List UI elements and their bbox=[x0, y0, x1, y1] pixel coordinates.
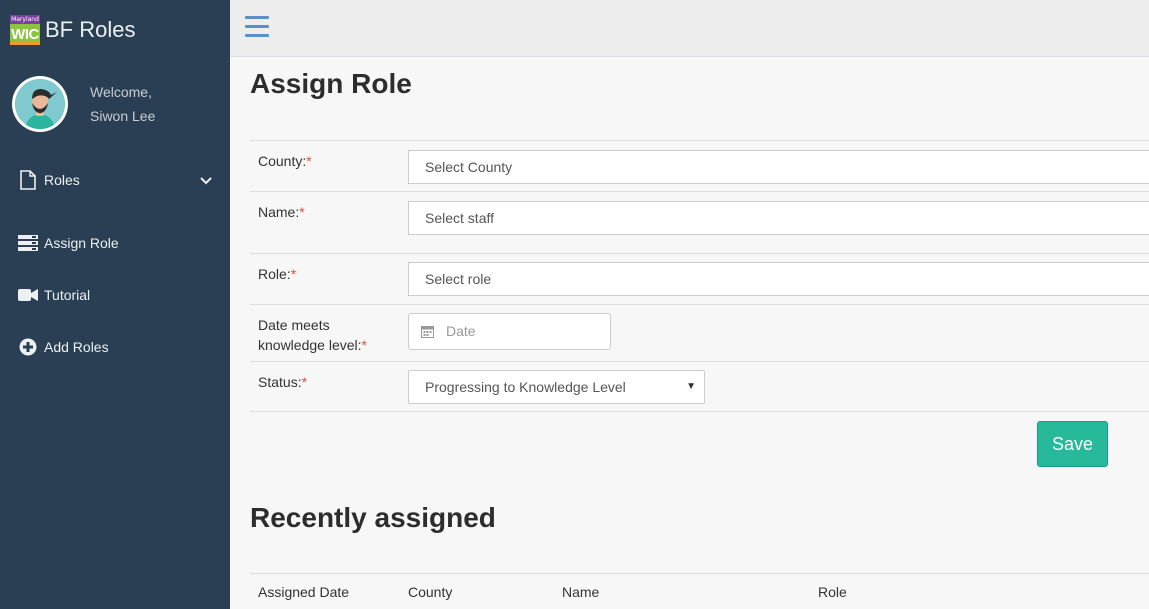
date-label-line2: knowledge level: bbox=[258, 337, 362, 353]
status-value: Progressing to Knowledge Level bbox=[425, 379, 626, 395]
role-select[interactable]: Select role bbox=[408, 262, 1149, 296]
video-camera-icon bbox=[18, 285, 38, 305]
top-nav bbox=[230, 0, 1149, 57]
role-label: Role:* bbox=[258, 264, 296, 284]
date-placeholder: Date bbox=[446, 323, 476, 339]
column-header-role[interactable]: Role bbox=[818, 584, 847, 600]
date-input[interactable]: Date bbox=[408, 313, 611, 350]
column-header-name[interactable]: Name bbox=[562, 584, 599, 600]
save-button[interactable]: Save bbox=[1037, 421, 1108, 467]
date-label-line1: Date meets bbox=[258, 317, 330, 333]
wic-logo: Maryland WIC bbox=[10, 15, 40, 45]
required-marker: * bbox=[290, 266, 297, 282]
required-marker: * bbox=[301, 374, 308, 390]
sidebar-item-label: Assign Role bbox=[44, 235, 119, 251]
status-label-text: Status: bbox=[258, 374, 302, 390]
user-avatar-icon bbox=[15, 79, 65, 129]
sidebar-item-add-roles[interactable]: Add Roles bbox=[18, 337, 212, 357]
role-row: Role:* Select role bbox=[250, 253, 1149, 304]
welcome-block: Welcome, Siwon Lee bbox=[90, 80, 155, 128]
chevron-down-icon bbox=[200, 172, 212, 188]
logo-stripe bbox=[10, 42, 40, 45]
status-row: Status:* Progressing to Knowledge Level … bbox=[250, 361, 1149, 412]
recently-assigned-title: Recently assigned bbox=[250, 502, 496, 533]
logo-top-text: Maryland bbox=[10, 15, 40, 24]
welcome-text: Welcome, bbox=[90, 84, 152, 100]
county-label: County:* bbox=[258, 151, 312, 171]
column-header-county[interactable]: County bbox=[408, 584, 452, 600]
status-select[interactable]: Progressing to Knowledge Level ▼ bbox=[408, 370, 705, 404]
recent-table-header: Assigned Date County Name Role bbox=[250, 573, 1149, 609]
dropdown-caret-icon: ▼ bbox=[686, 381, 696, 392]
sidebar-item-tutorial[interactable]: Tutorial bbox=[18, 285, 212, 305]
sidebar-item-label: Tutorial bbox=[44, 287, 91, 303]
file-icon bbox=[18, 170, 38, 190]
plus-circle-icon bbox=[18, 337, 38, 357]
name-row: Name:* Select staff bbox=[250, 191, 1149, 253]
required-marker: * bbox=[361, 337, 367, 353]
sidebar-item-label: Add Roles bbox=[44, 339, 109, 355]
status-label: Status:* bbox=[258, 372, 307, 392]
required-marker: * bbox=[299, 204, 305, 220]
assign-role-form: County:* Select County Name:* Select sta… bbox=[250, 140, 1149, 412]
sidebar-item-roles[interactable]: Roles bbox=[18, 170, 212, 190]
user-name: Siwon Lee bbox=[90, 108, 156, 124]
county-row: County:* Select County bbox=[250, 140, 1149, 191]
menu-toggle-icon[interactable] bbox=[245, 16, 269, 38]
county-label-text: County: bbox=[258, 153, 307, 169]
sidebar: Maryland WIC BF Roles Welcome, Siwon Lee bbox=[0, 0, 230, 609]
county-select[interactable]: Select County bbox=[408, 150, 1149, 184]
brand[interactable]: Maryland WIC BF Roles bbox=[10, 15, 135, 45]
date-row: Date meets knowledge level:* Date bbox=[250, 304, 1149, 361]
column-header-assigned-date[interactable]: Assigned Date bbox=[258, 584, 349, 600]
user-profile: Welcome, Siwon Lee bbox=[12, 76, 155, 132]
date-label: Date meets knowledge level:* bbox=[258, 315, 367, 355]
server-icon bbox=[18, 233, 38, 253]
date-label-line2-wrap: knowledge level:* bbox=[258, 335, 367, 355]
sidebar-item-label: Roles bbox=[44, 172, 80, 188]
role-label-text: Role: bbox=[258, 266, 291, 282]
calendar-icon bbox=[421, 325, 434, 338]
required-marker: * bbox=[306, 153, 312, 169]
avatar bbox=[12, 76, 68, 132]
name-label: Name:* bbox=[258, 202, 305, 222]
name-label-text: Name: bbox=[258, 204, 300, 220]
staff-select[interactable]: Select staff bbox=[408, 201, 1149, 235]
sidebar-item-assign-role[interactable]: Assign Role bbox=[18, 233, 212, 253]
page-title: Assign Role bbox=[250, 68, 412, 99]
app-title: BF Roles bbox=[45, 17, 136, 42]
